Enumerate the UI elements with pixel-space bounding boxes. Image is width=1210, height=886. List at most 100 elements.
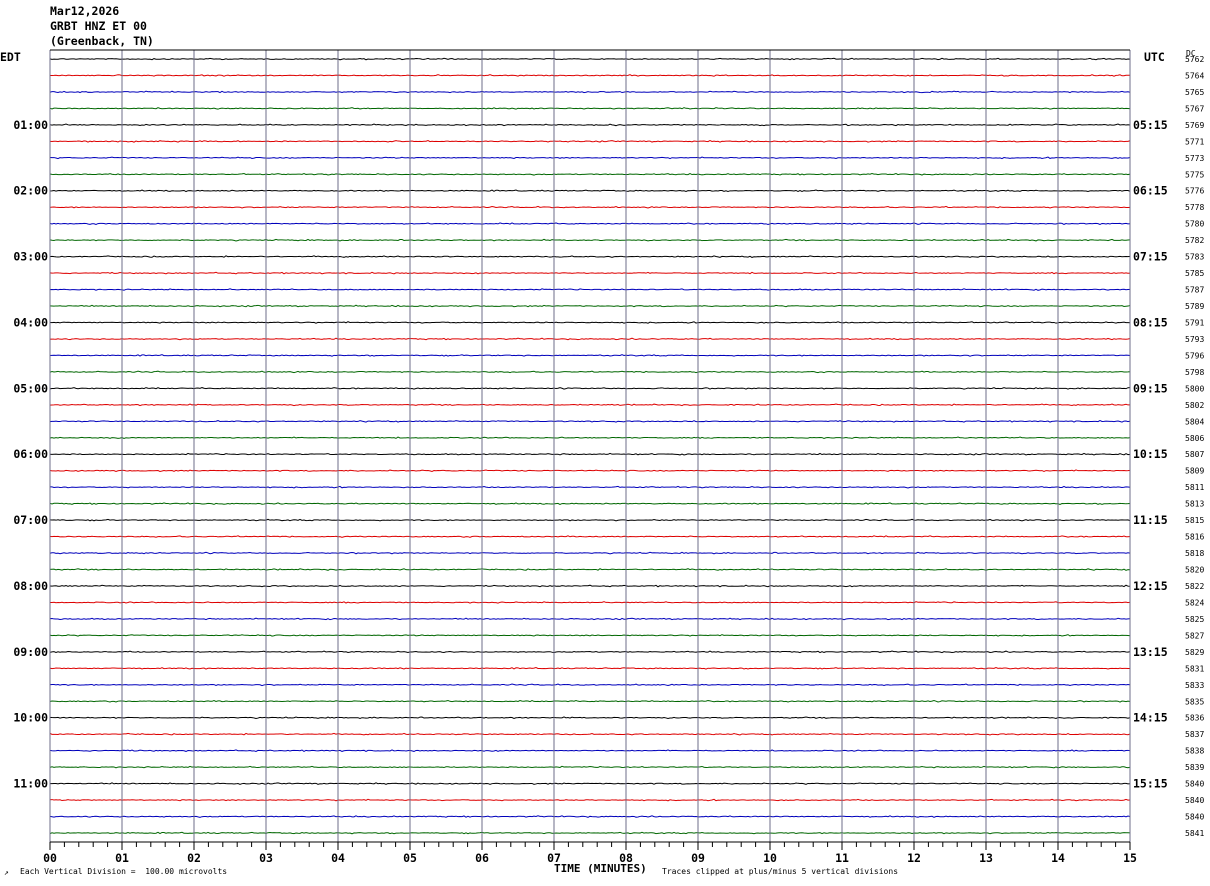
left-hour-label: 04:00 bbox=[13, 315, 48, 329]
trace-row bbox=[49, 667, 1131, 670]
x-tick-label: 14 bbox=[1051, 851, 1065, 865]
scale-note: Each Vertical Division = 100.00 microvol… bbox=[20, 867, 228, 876]
dc-value-label: 5767 bbox=[1185, 104, 1204, 113]
left-time-labels: 01:00 02:00 03:00 04:00 05:00 06:00 07:00 08:00… bbox=[13, 118, 48, 791]
left-hour-label: 05:00 bbox=[13, 381, 48, 395]
trace-row bbox=[49, 354, 1131, 357]
dc-value-label: 5806 bbox=[1185, 434, 1204, 443]
trace-row bbox=[49, 469, 1131, 472]
right-hour-label: 13:15 bbox=[1133, 645, 1168, 659]
x-tick-label: 13 bbox=[979, 851, 993, 865]
trace-row bbox=[49, 387, 1131, 390]
dc-value-label: 5822 bbox=[1185, 582, 1204, 591]
trace-row bbox=[49, 74, 1131, 77]
dc-value-label: 5791 bbox=[1185, 318, 1204, 327]
dc-value-label: 5837 bbox=[1185, 730, 1204, 739]
trace-row bbox=[49, 782, 1131, 785]
trace-row bbox=[49, 551, 1131, 555]
dc-value-label: 5789 bbox=[1185, 302, 1204, 311]
trace-row bbox=[49, 321, 1131, 324]
x-tick-label: 00 bbox=[43, 851, 57, 865]
left-hour-label: 10:00 bbox=[13, 711, 48, 725]
x-tick-label: 04 bbox=[331, 851, 345, 865]
arrow-mark-icon: ↗ bbox=[4, 868, 9, 877]
right-hour-label: 05:15 bbox=[1133, 118, 1168, 132]
dc-value-label: 5827 bbox=[1185, 631, 1204, 640]
left-hour-label: 07:00 bbox=[13, 513, 48, 527]
dc-value-label: 5775 bbox=[1185, 170, 1204, 179]
trace-row bbox=[49, 370, 1131, 374]
dc-offset-labels: 5762 5764 5765 5767 5769 5771 5773 5775 5776 5778… bbox=[1185, 55, 1204, 838]
right-hour-label: 10:15 bbox=[1133, 447, 1168, 461]
dc-value-label: 5783 bbox=[1185, 253, 1204, 262]
dc-value-label: 5787 bbox=[1185, 286, 1204, 295]
trace-row bbox=[49, 238, 1131, 242]
trace-row bbox=[49, 650, 1131, 654]
left-hour-label: 11:00 bbox=[13, 777, 48, 791]
x-tick-label: 06 bbox=[475, 851, 489, 865]
trace-row bbox=[49, 732, 1131, 736]
left-hour-label: 02:00 bbox=[13, 184, 48, 198]
trace-row bbox=[49, 452, 1131, 456]
x-tick-label: 09 bbox=[691, 851, 705, 865]
trace-row bbox=[49, 617, 1131, 621]
trace-row bbox=[49, 205, 1131, 209]
dc-value-label: 5762 bbox=[1185, 55, 1204, 64]
dc-value-label: 5840 bbox=[1185, 780, 1204, 789]
right-hour-label: 12:15 bbox=[1133, 579, 1168, 593]
trace-row bbox=[49, 123, 1131, 127]
trace-row bbox=[49, 798, 1131, 802]
trace-row bbox=[49, 288, 1131, 291]
trace-row bbox=[49, 716, 1131, 720]
trace-row bbox=[49, 156, 1131, 160]
trace-row bbox=[49, 57, 1131, 61]
trace-row bbox=[49, 172, 1131, 176]
dc-value-label: 5802 bbox=[1185, 401, 1204, 410]
dc-value-label: 5818 bbox=[1185, 549, 1204, 558]
dc-value-label: 5782 bbox=[1185, 236, 1204, 245]
grid-layer bbox=[49, 49, 1131, 843]
dc-value-label: 5798 bbox=[1185, 368, 1204, 377]
right-hour-label: 11:15 bbox=[1133, 513, 1168, 527]
trace-row bbox=[49, 749, 1131, 752]
dc-value-label: 5771 bbox=[1185, 137, 1204, 146]
trace-layer bbox=[49, 57, 1131, 835]
dc-value-label: 5815 bbox=[1185, 516, 1204, 525]
dc-value-label: 5796 bbox=[1185, 351, 1204, 360]
left-hour-label: 08:00 bbox=[13, 579, 48, 593]
dc-value-label: 5765 bbox=[1185, 88, 1204, 97]
trace-row bbox=[49, 337, 1131, 341]
dc-value-label: 5793 bbox=[1185, 335, 1204, 344]
right-time-labels: 05:15 06:15 07:15 08:15 09:15 10:15 11:15 12:15… bbox=[1133, 118, 1168, 791]
dc-value-label: 5831 bbox=[1185, 664, 1204, 673]
trace-row bbox=[49, 535, 1131, 538]
clip-note: Traces clipped at plus/minus 5 vertical … bbox=[662, 867, 899, 876]
x-tick-label: 02 bbox=[187, 851, 201, 865]
trace-row bbox=[49, 189, 1131, 193]
trace-row bbox=[49, 304, 1131, 308]
left-hour-label: 03:00 bbox=[13, 250, 48, 264]
dc-value-label: 5785 bbox=[1185, 269, 1204, 278]
dc-value-label: 5809 bbox=[1185, 467, 1204, 476]
trace-row bbox=[49, 765, 1131, 769]
dc-value-label: 5807 bbox=[1185, 450, 1204, 459]
trace-row bbox=[49, 436, 1131, 440]
right-hour-label: 06:15 bbox=[1133, 184, 1168, 198]
trace-row bbox=[49, 403, 1131, 407]
dc-value-label: 5829 bbox=[1185, 648, 1204, 657]
x-tick-label: 12 bbox=[907, 851, 921, 865]
dc-value-label: 5841 bbox=[1185, 829, 1204, 838]
x-tick-label: 10 bbox=[763, 851, 777, 865]
dc-value-label: 5811 bbox=[1185, 483, 1204, 492]
dc-value-label: 5764 bbox=[1185, 71, 1204, 80]
x-tick-label: 03 bbox=[259, 851, 273, 865]
dc-value-label: 5840 bbox=[1185, 796, 1204, 805]
dc-value-label: 5839 bbox=[1185, 763, 1204, 772]
right-hour-label: 14:15 bbox=[1133, 711, 1168, 725]
x-tick-label: 15 bbox=[1123, 851, 1137, 865]
dc-value-label: 5833 bbox=[1185, 681, 1204, 690]
trace-row bbox=[49, 90, 1131, 94]
dc-value-label: 5778 bbox=[1185, 203, 1204, 212]
trace-row bbox=[49, 485, 1131, 489]
dc-value-label: 5836 bbox=[1185, 714, 1204, 723]
